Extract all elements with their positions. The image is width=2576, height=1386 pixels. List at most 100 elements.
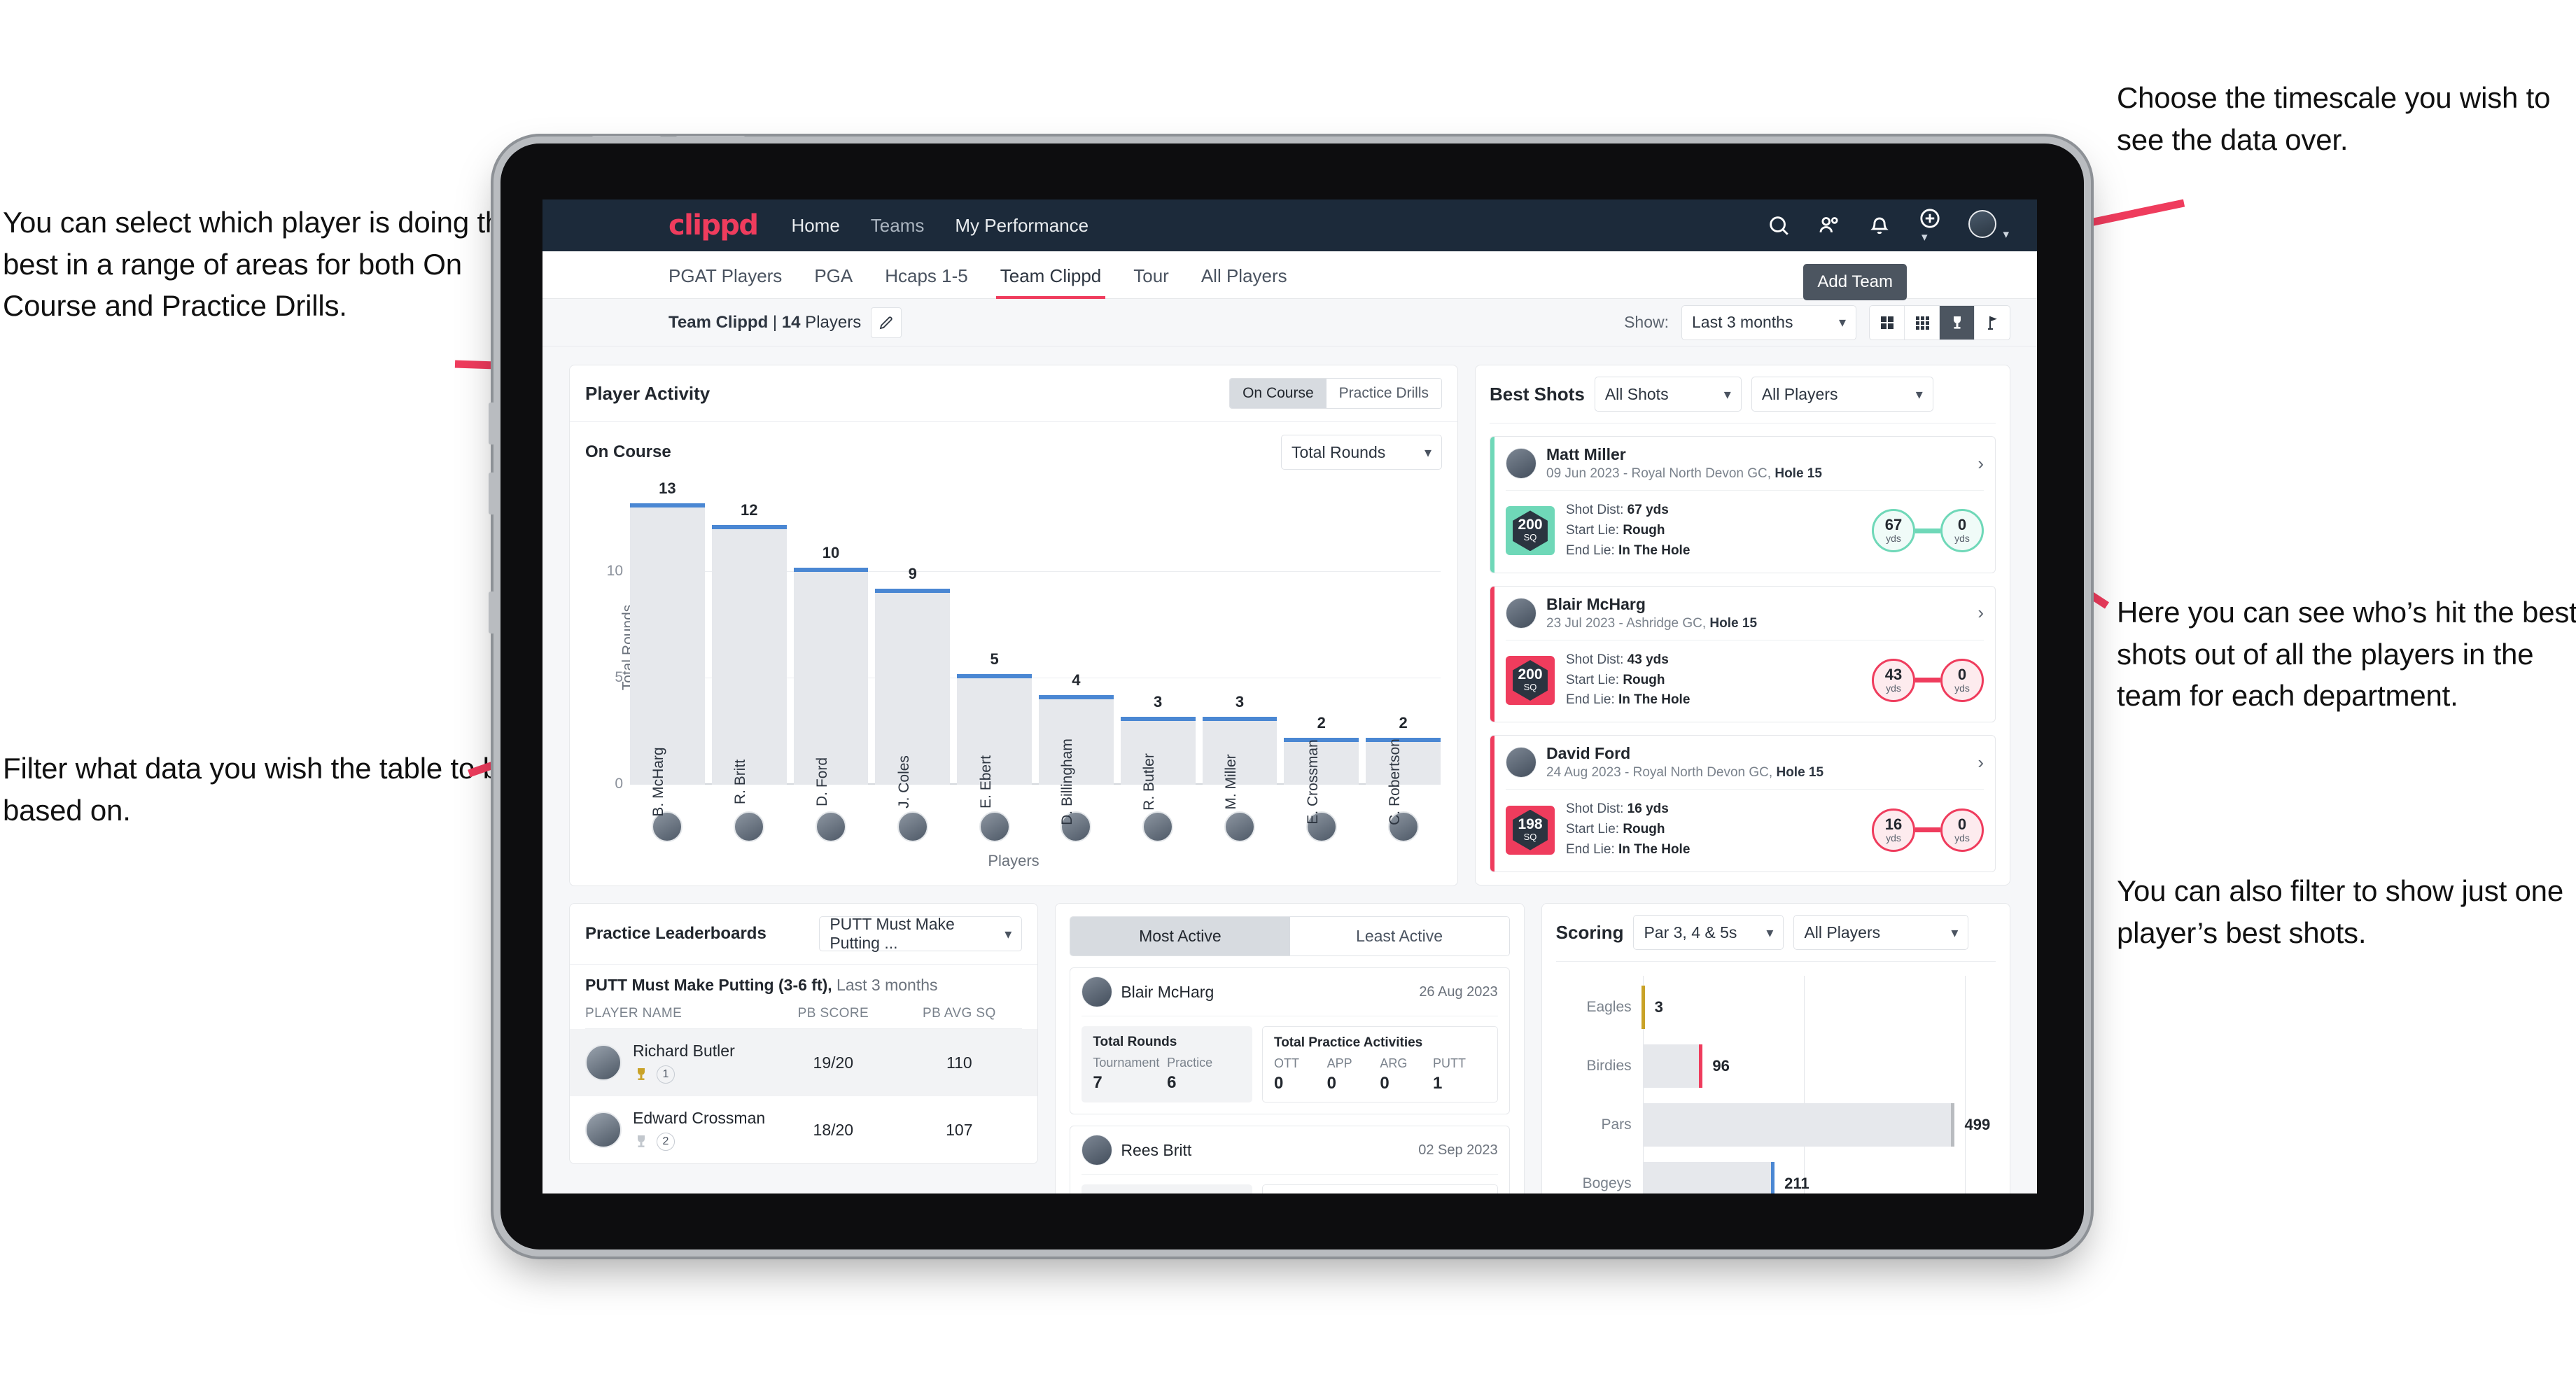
- activity-mode-segmented: On Course Practice Drills: [1229, 378, 1442, 409]
- chevron-right-icon[interactable]: ›: [1977, 752, 1984, 774]
- scoring-track: 3: [1641, 986, 1993, 1029]
- best-shots-player-filter[interactable]: All Players ▾: [1751, 377, 1933, 412]
- pb-score: 19/20: [813, 1053, 854, 1072]
- shot-card-header: Blair McHarg 23 Jul 2023 - Ashridge GC, H…: [1490, 587, 1995, 640]
- tab-all-players[interactable]: All Players: [1201, 265, 1287, 298]
- player-avatar[interactable]: [875, 811, 950, 842]
- view-grid-small-button[interactable]: [1905, 305, 1940, 340]
- best-shot-card[interactable]: Blair McHarg 23 Jul 2023 - Ashridge GC, H…: [1490, 585, 1996, 723]
- dumbbell-start: 16 yds: [1872, 808, 1915, 852]
- chevron-down-icon[interactable]: ▾: [1921, 230, 1928, 244]
- hexagon-icon: 198 SQ: [1513, 809, 1548, 850]
- bar-category-label: R. Butler: [1141, 753, 1158, 811]
- leaderboard-row[interactable]: Edward Crossman 2 18/20 107: [570, 1096, 1037, 1163]
- player-avatar[interactable]: [1203, 811, 1278, 842]
- view-flag-button[interactable]: [1975, 306, 2010, 340]
- tab-pga[interactable]: PGA: [814, 265, 853, 298]
- scoring-value: 3: [1654, 998, 1663, 1016]
- best-shot-card[interactable]: Matt Miller 09 Jun 2023 - Royal North Dev…: [1490, 436, 1996, 573]
- bar: 4 D. Billingham: [1038, 671, 1114, 825]
- avatar: [585, 1112, 622, 1148]
- bar-value: 2: [1317, 714, 1326, 732]
- annotation-left-bottom: Filter what data you wish the table to b…: [3, 752, 515, 827]
- scoring-card: Scoring Par 3, 4 & 5s ▾ All Players ▾ Ea…: [1541, 903, 2010, 1194]
- tab-least-active[interactable]: Least Active: [1289, 917, 1509, 955]
- player-avatar[interactable]: [794, 811, 869, 842]
- nav-item-home[interactable]: Home: [791, 215, 839, 237]
- metric-select[interactable]: Total Rounds ▾: [1281, 435, 1442, 470]
- people-icon[interactable]: [1817, 214, 1841, 237]
- player-avatar[interactable]: [957, 811, 1032, 842]
- scoring-par-filter[interactable]: Par 3, 4 & 5s ▾: [1633, 915, 1784, 950]
- activity-column: Most Active Least Active Blair McHarg 26 …: [1055, 903, 1525, 1194]
- bar: 3 R. Butler: [1120, 693, 1196, 811]
- view-trophy-button[interactable]: [1940, 305, 1975, 340]
- tab-tour[interactable]: Tour: [1133, 265, 1169, 298]
- chevron-down-icon: ▾: [1766, 925, 1774, 941]
- user-avatar[interactable]: ▾: [1968, 209, 2009, 241]
- par-filter-value: Par 3, 4 & 5s: [1644, 923, 1737, 941]
- player-filter-value: All Players: [1761, 384, 1838, 403]
- drill-select[interactable]: PUTT Must Make Putting ... ▾: [819, 915, 1023, 952]
- bar-item: 4 D. Billingham: [1038, 486, 1114, 825]
- tab-team-clippd[interactable]: Team Clippd: [995, 265, 1105, 299]
- best-shots-card: Best Shots All Shots ▾ All Players ▾ Mat…: [1475, 365, 2010, 886]
- leaderboard-row[interactable]: Richard Butler 1 19/20 110: [570, 1029, 1038, 1096]
- player-avatar[interactable]: [1039, 811, 1114, 842]
- leaderboard-player-name: Richard Butler: [633, 1042, 735, 1060]
- dumbbell-end: 0 yds: [1940, 509, 1984, 553]
- nav-item-my-performance[interactable]: My Performance: [955, 215, 1088, 237]
- segment-practice-drills[interactable]: Practice Drills: [1326, 379, 1441, 408]
- chevron-right-icon[interactable]: ›: [1977, 602, 1984, 624]
- activity-card-header: Rees Britt 02 Sep 2023: [1070, 1126, 1508, 1174]
- scoring-track: 96: [1642, 1044, 1993, 1088]
- avatar: [585, 1044, 622, 1081]
- tab-most-active[interactable]: Most Active: [1070, 917, 1290, 955]
- best-shot-card[interactable]: David Ford 24 Aug 2023 - Royal North Devo…: [1490, 735, 1996, 872]
- best-shots-shot-filter[interactable]: All Shots ▾: [1594, 377, 1742, 412]
- add-team-tooltip: Add Team: [1803, 264, 1907, 300]
- shot-card-header: David Ford 24 Aug 2023 - Royal North Devo…: [1490, 736, 1995, 789]
- bar-series: 13 B. McHarg 12 R. Britt 10 D. Ford 9 J. Coles 5…: [630, 479, 1441, 825]
- bar-value: 5: [990, 650, 999, 668]
- bar-value: 3: [1154, 692, 1163, 710]
- edit-team-button[interactable]: [871, 307, 902, 338]
- activity-player-name: Blair McHarg: [1121, 982, 1214, 1001]
- metric-value: Total Rounds: [1292, 442, 1386, 461]
- scoring-bar-tip: [1771, 1162, 1775, 1194]
- metric-key: APP: [1326, 1056, 1352, 1070]
- activity-card[interactable]: Blair McHarg 26 Aug 2023 Total Rounds Tourn…: [1070, 967, 1510, 1114]
- device-button-side-1: [489, 402, 495, 444]
- bar: 9 J. Coles: [875, 565, 951, 808]
- shot-details: Shot Dist: 43 yds Start Lie: Rough End Lie…: [1566, 650, 1690, 711]
- shot-card-body: 200 SQ Shot Dist: 43 yds Start Lie: Rough En…: [1490, 640, 1995, 722]
- search-icon[interactable]: [1767, 214, 1791, 237]
- player-avatar[interactable]: [630, 811, 705, 842]
- chevron-down-icon[interactable]: ▾: [2003, 227, 2009, 241]
- shot-filter-value: All Shots: [1604, 384, 1669, 403]
- accent-strip: [1490, 736, 1494, 872]
- scoring-bar-tip: [1699, 1044, 1703, 1088]
- tab-pgat-players[interactable]: PGAT Players: [668, 265, 782, 298]
- start-unit: yds: [1886, 832, 1901, 844]
- end-unit: yds: [1954, 832, 1970, 844]
- scoring-bar-tip: [1641, 986, 1645, 1029]
- segment-on-course[interactable]: On Course: [1230, 379, 1326, 408]
- nav-item-teams[interactable]: Teams: [871, 215, 925, 237]
- plus-circle-icon[interactable]: ▾: [1918, 206, 1942, 244]
- clippd-logo[interactable]: clippd: [668, 209, 759, 241]
- start-lie-row: Start Lie: Rough: [1566, 822, 1665, 837]
- shot-details: Shot Dist: 16 yds Start Lie: Rough End Lie…: [1566, 799, 1690, 860]
- scoring-player-filter[interactable]: All Players ▾: [1793, 915, 1969, 950]
- chevron-right-icon[interactable]: ›: [1977, 453, 1984, 475]
- player-avatar[interactable]: [1121, 811, 1196, 842]
- view-grid-large-button[interactable]: [1870, 305, 1905, 340]
- bar-value: 13: [659, 479, 676, 498]
- bell-icon[interactable]: [1868, 214, 1891, 237]
- player-avatar[interactable]: [712, 811, 787, 842]
- annotation-right-bottom: You can also filter to show just one pla…: [2117, 874, 2563, 949]
- scoring-header: Scoring Par 3, 4 & 5s ▾ All Players ▾: [1542, 904, 2010, 961]
- tab-hcaps-1-5[interactable]: Hcaps 1-5: [885, 265, 968, 298]
- activity-card[interactable]: Rees Britt 02 Sep 2023 Total RoundsTournam…: [1070, 1126, 1510, 1194]
- timescale-select[interactable]: Last 3 months ▾: [1681, 304, 1856, 340]
